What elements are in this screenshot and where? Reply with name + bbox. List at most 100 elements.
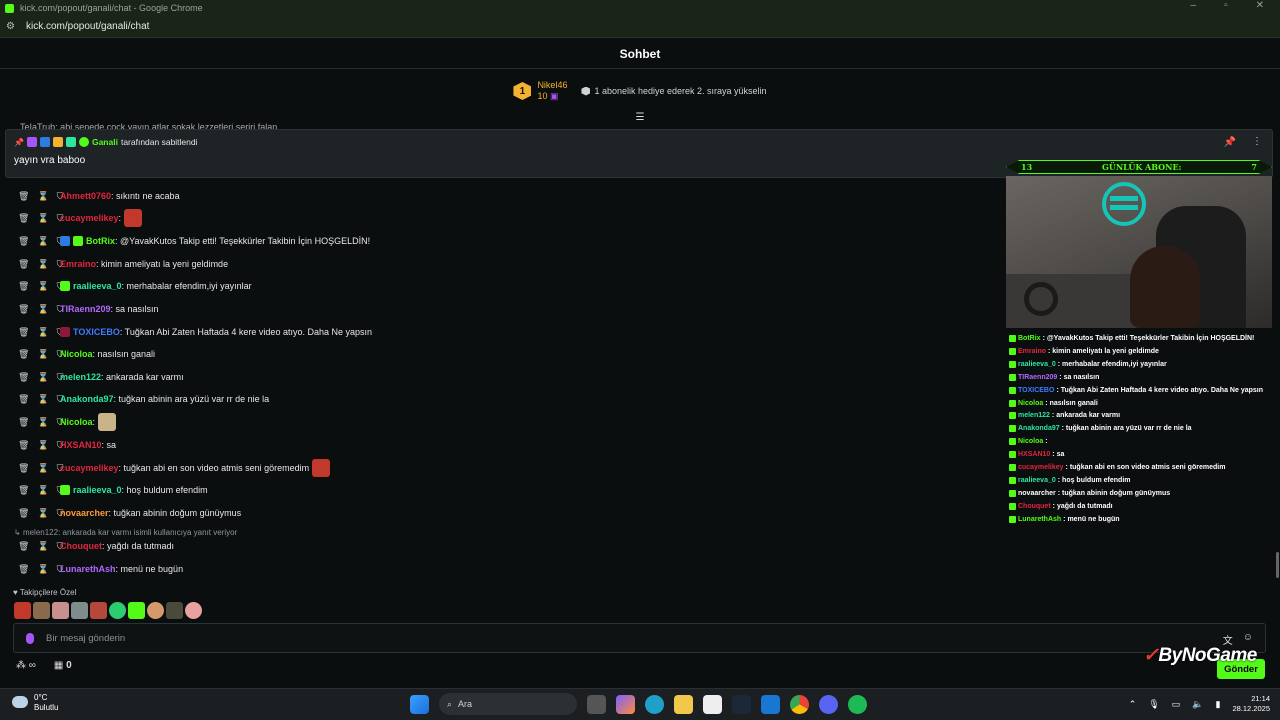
- mic-icon[interactable]: [26, 632, 34, 644]
- unpin-icon[interactable]: 📌: [1224, 137, 1236, 148]
- chat-message-row[interactable]: 🗑 ⌛ ⛉ HXSAN10: sa: [18, 436, 116, 454]
- trash-icon[interactable]: 🗑: [18, 440, 29, 451]
- username[interactable]: Nicoloa: [60, 417, 93, 427]
- emote-9[interactable]: [166, 602, 183, 619]
- file-explorer-icon[interactable]: [674, 694, 693, 714]
- emote-10[interactable]: [185, 602, 202, 619]
- chat-message-row[interactable]: 🗑 ⌛ ⛉ Emraino: kimin ameliyatı la yeni geld…: [18, 255, 228, 273]
- timeout-icon[interactable]: ⌛: [37, 508, 48, 519]
- username[interactable]: raalieeva_0: [73, 485, 122, 495]
- task-view-icon[interactable]: [587, 694, 606, 714]
- mail-icon[interactable]: [761, 694, 780, 714]
- chat-message-row[interactable]: 🗑 ⌛ ⛉ melen122: ankarada kar varmı: [18, 368, 184, 386]
- network-icon[interactable]: ▭: [1172, 699, 1181, 710]
- chevron-up-icon[interactable]: ⌃: [1129, 699, 1137, 710]
- emote-tray[interactable]: [14, 602, 202, 619]
- emote-8[interactable]: [147, 602, 164, 619]
- timeout-icon[interactable]: ⌛: [37, 485, 48, 496]
- username[interactable]: HXSAN10: [60, 440, 102, 450]
- timeout-icon[interactable]: ⌛: [37, 372, 48, 383]
- username[interactable]: cucaymelikey: [60, 213, 119, 223]
- trash-icon[interactable]: 🗑: [18, 236, 29, 247]
- emote-5[interactable]: [90, 602, 107, 619]
- emote-4[interactable]: [71, 602, 88, 619]
- chrome-icon[interactable]: [790, 694, 809, 714]
- chat-message-row[interactable]: 🗑 ⌛ ⛉ Anakonda97: tuğkan abinin ara yüzü va…: [18, 390, 269, 408]
- chat-message-row[interactable]: 🗑 ⌛ ⛉ cucaymelikey: tuğkan abi en son video…: [18, 459, 331, 477]
- chat-message-row[interactable]: 🗑 ⌛ ⛉ Nicoloa: nasılsın ganali: [18, 345, 155, 363]
- trash-icon[interactable]: 🗑: [18, 372, 29, 383]
- chat-message-row[interactable]: 🗑⌛⛉TOXICEBO: Tuğkan Abi Zaten Haftada 4 …: [18, 323, 372, 341]
- timeout-icon[interactable]: ⌛: [37, 440, 48, 451]
- taskbar-search[interactable]: ⌕ Ara: [439, 693, 577, 715]
- pinned-by-name[interactable]: Ganali: [92, 137, 118, 147]
- chat-message-row[interactable]: 🗑 ⌛ ⛉ cucaymelikey:: [18, 209, 143, 227]
- close-icon[interactable]: ✕: [1256, 0, 1264, 11]
- collapse-icon[interactable]: ☰: [634, 112, 646, 123]
- trash-icon[interactable]: 🗑: [18, 463, 29, 474]
- timeout-icon[interactable]: ⌛: [37, 564, 48, 575]
- emote-3[interactable]: [52, 602, 69, 619]
- windows-start-icon[interactable]: [410, 694, 429, 714]
- trash-icon[interactable]: 🗑: [18, 259, 29, 270]
- trash-icon[interactable]: 🗑: [18, 213, 29, 224]
- username[interactable]: Ahmett0760: [60, 191, 111, 201]
- timeout-icon[interactable]: ⌛: [37, 191, 48, 202]
- store-icon[interactable]: [703, 694, 722, 714]
- clock[interactable]: 21:14 28.12.2025: [1232, 694, 1270, 714]
- chat-message-row[interactable]: 🗑 ⌛ ⛉ LunarethAsh: menü ne bugün: [18, 560, 183, 578]
- gift-icon[interactable]: ▦ 0: [54, 660, 72, 671]
- message-input[interactable]: Bir mesaj gönderin 文 ☺: [13, 623, 1266, 653]
- site-info-icon[interactable]: ⚙: [6, 21, 18, 32]
- volume-icon[interactable]: 🔈: [1192, 699, 1203, 710]
- copilot-icon[interactable]: [616, 694, 635, 714]
- gift-leaderboard[interactable]: 1 Nikel46 10 ▣ 1 abonelik hediye ederek …: [0, 70, 1280, 112]
- mic-tray-icon[interactable]: 🎙: [1148, 699, 1159, 710]
- url-text[interactable]: kick.com/popout/ganali/chat: [26, 21, 149, 32]
- username[interactable]: TIRaenn209: [60, 304, 111, 314]
- chat-message-row[interactable]: 🗑⌛⛉raalieeva_0: merhabalar efendim,iyi y…: [18, 277, 252, 295]
- battery-icon[interactable]: ▮: [1216, 699, 1221, 710]
- trash-icon[interactable]: 🗑: [18, 485, 29, 496]
- trash-icon[interactable]: 🗑: [18, 304, 29, 315]
- username[interactable]: TOXICEBO: [73, 327, 120, 337]
- timeout-icon[interactable]: ⌛: [37, 259, 48, 270]
- points-icon[interactable]: ⁂ ∞: [16, 660, 36, 671]
- timeout-icon[interactable]: ⌛: [37, 463, 48, 474]
- trash-icon[interactable]: 🗑: [18, 349, 29, 360]
- username[interactable]: novaarcher: [60, 508, 109, 518]
- chat-message-row[interactable]: 🗑 ⌛ ⛉ Chouquet: yağdı da tutmadı: [18, 537, 174, 555]
- trash-icon[interactable]: 🗑: [18, 394, 29, 405]
- trash-icon[interactable]: 🗑: [18, 564, 29, 575]
- maximize-icon[interactable]: ▫: [1224, 0, 1228, 11]
- message-placeholder[interactable]: Bir mesaj gönderin: [46, 633, 125, 644]
- username[interactable]: Nicoloa: [60, 349, 93, 359]
- weather-widget[interactable]: 0°C Bulutlu: [12, 693, 58, 713]
- username[interactable]: LunarethAsh: [60, 564, 116, 574]
- timeout-icon[interactable]: ⌛: [37, 304, 48, 315]
- timeout-icon[interactable]: ⌛: [37, 281, 48, 292]
- trash-icon[interactable]: 🗑: [18, 508, 29, 519]
- chat-message-row[interactable]: 🗑 ⌛ ⛉ Nicoloa:: [18, 413, 117, 431]
- username[interactable]: raalieeva_0: [73, 281, 122, 291]
- minimize-icon[interactable]: –: [1191, 0, 1197, 11]
- chat-message-row[interactable]: 🗑⌛⛉raalieeva_0: hoş buldum efendim: [18, 481, 208, 499]
- timeout-icon[interactable]: ⌛: [37, 349, 48, 360]
- chat-message-row[interactable]: 🗑 ⌛ ⛉ novaarcher: tuğkan abinin doğum günüy…: [18, 504, 241, 522]
- emote-6[interactable]: [109, 602, 126, 619]
- trash-icon[interactable]: 🗑: [18, 191, 29, 202]
- emote-2[interactable]: [33, 602, 50, 619]
- discord-icon[interactable]: [819, 694, 838, 714]
- username[interactable]: Emraino: [60, 259, 96, 269]
- chat-message-row[interactable]: 🗑⌛⛉BotRix: @YavakKutos Takip etti! Teşek…: [18, 232, 370, 250]
- timeout-icon[interactable]: ⌛: [37, 327, 48, 338]
- edge-icon[interactable]: [645, 694, 664, 714]
- emote-1[interactable]: [14, 602, 31, 619]
- more-icon[interactable]: ⋮: [1252, 136, 1262, 147]
- trash-icon[interactable]: 🗑: [18, 417, 29, 428]
- timeout-icon[interactable]: ⌛: [37, 236, 48, 247]
- trash-icon[interactable]: 🗑: [18, 281, 29, 292]
- username[interactable]: melen122: [60, 372, 101, 382]
- chat-message-row[interactable]: 🗑 ⌛ ⛉ TIRaenn209: sa nasılsın: [18, 300, 159, 318]
- timeout-icon[interactable]: ⌛: [37, 417, 48, 428]
